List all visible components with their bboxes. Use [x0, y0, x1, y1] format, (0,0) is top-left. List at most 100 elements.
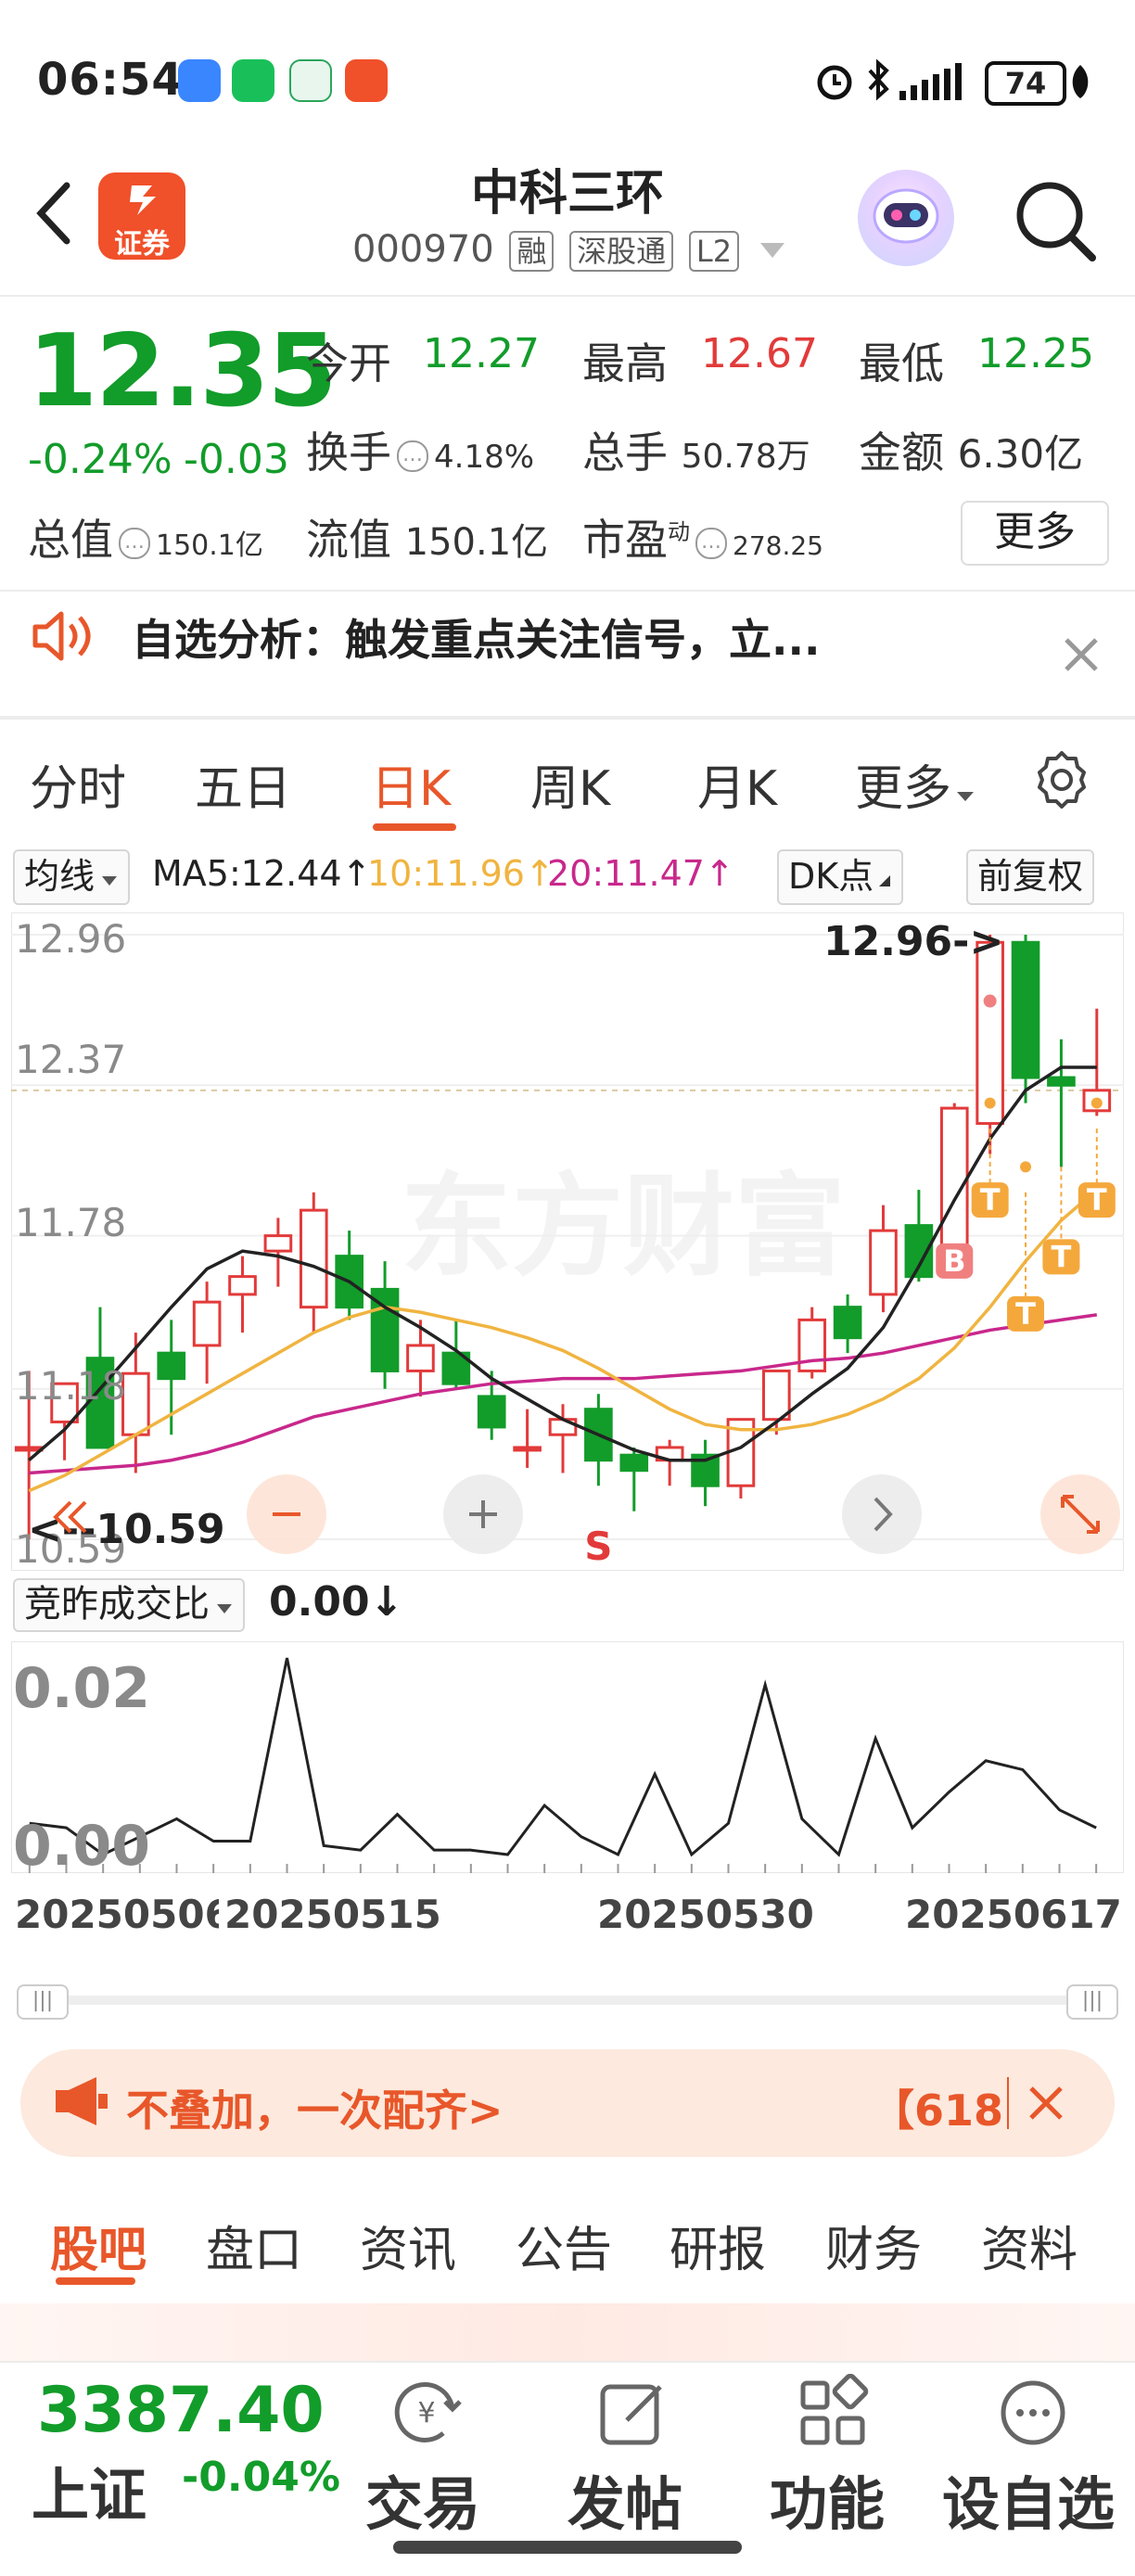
- fullscreen-button[interactable]: [1040, 1474, 1120, 1554]
- tab-weekly-k[interactable]: 周K: [530, 749, 610, 819]
- active-tab-indicator: [56, 2277, 135, 2285]
- candle-body: [157, 1351, 186, 1381]
- ma-selector[interactable]: 均线: [13, 849, 131, 905]
- adjust-button[interactable]: 前复权: [966, 849, 1095, 905]
- marker-dot: [1020, 1161, 1032, 1173]
- tab-five-day[interactable]: 五日: [195, 749, 291, 819]
- info-icon[interactable]: …: [119, 527, 150, 559]
- scroll-handle-right[interactable]: |||: [1066, 1984, 1118, 2020]
- more-dots-icon[interactable]: [994, 2374, 1072, 2452]
- nav-post[interactable]: 发帖: [568, 2457, 682, 2541]
- close-icon[interactable]: [1061, 634, 1102, 675]
- pan-right-button[interactable]: [842, 1474, 922, 1554]
- tab-profile[interactable]: 资料: [981, 2211, 1078, 2280]
- index-value[interactable]: 3387.40: [37, 2374, 325, 2447]
- tab-news[interactable]: 资讯: [360, 2211, 456, 2280]
- chevron-down-icon: [957, 792, 975, 801]
- pe-value: 278.25: [733, 530, 823, 561]
- index-name[interactable]: 上证: [32, 2448, 147, 2531]
- watermark: 东方财富: [401, 1163, 846, 1292]
- scroll-track: [65, 1996, 1070, 2005]
- dk-point-button[interactable]: DK点: [777, 849, 904, 905]
- tab-announcements[interactable]: 公告: [516, 2211, 612, 2280]
- y-tick-label: 12.96: [15, 916, 127, 962]
- x-tick-label: 20250515: [219, 1892, 441, 1937]
- megaphone-icon: [56, 2077, 108, 2125]
- close-icon[interactable]: [1024, 2081, 1068, 2125]
- tab-intraday[interactable]: 分时: [30, 749, 126, 819]
- zoom-out-button[interactable]: [247, 1474, 326, 1554]
- tab-forum[interactable]: 股吧: [50, 2211, 147, 2280]
- open-value: 12.27: [423, 330, 540, 377]
- x-tick-label: 20250617: [905, 1892, 1122, 1937]
- stock-code: 000970: [352, 228, 494, 271]
- candlestick-chart[interactable]: 东方财富 BTTTTS: [11, 912, 1124, 1571]
- indicator-chart[interactable]: [11, 1641, 1124, 1873]
- wallet-app-icon: [289, 59, 332, 102]
- zoom-in-button[interactable]: [443, 1474, 523, 1554]
- divider: [0, 295, 1135, 297]
- candle-body: [939, 1106, 969, 1253]
- nav-functions[interactable]: 功能: [770, 2457, 885, 2541]
- trade-icon[interactable]: ¥: [388, 2374, 465, 2452]
- amount-label: 金额 6.30亿: [859, 427, 1084, 478]
- open-label: 今开: [306, 338, 391, 389]
- indicator-y-tick: 0.02: [13, 1656, 151, 1721]
- expand-icon: [1061, 1495, 1100, 1534]
- candle-body: [14, 1446, 44, 1452]
- chevron-right-icon: [874, 1497, 893, 1532]
- tab-more[interactable]: 更多: [855, 749, 976, 819]
- logo-text: 证券: [114, 228, 170, 261]
- chevron-down-icon: [217, 1604, 232, 1613]
- info-icon[interactable]: …: [397, 440, 428, 472]
- candle-body: [406, 1344, 435, 1372]
- chevron-down-icon: [102, 876, 118, 886]
- chevron-down-icon[interactable]: [759, 239, 786, 261]
- tab-order-book[interactable]: 盘口: [206, 2211, 302, 2280]
- bluetooth-icon: [868, 58, 889, 101]
- ai-assistant-avatar[interactable]: [858, 170, 954, 266]
- x-tick-label: 20250506: [15, 1892, 232, 1937]
- y-tick-label: 11.18: [15, 1363, 127, 1409]
- marker-dot: [1090, 1097, 1103, 1109]
- market-cap-label: 总值… 150.1亿: [28, 515, 263, 565]
- search-icon[interactable]: [1011, 176, 1100, 265]
- range-scrollbar[interactable]: ||| |||: [17, 1984, 1118, 2020]
- wechat-icon: [232, 59, 274, 102]
- y-tick-label: 12.37: [15, 1037, 127, 1082]
- ma10-value: 10:11.96↑: [367, 853, 555, 894]
- candle-body: [121, 1371, 150, 1436]
- promo-text[interactable]: 不叠加，一次配齐>: [126, 2077, 504, 2138]
- tab-financials[interactable]: 财务: [825, 2211, 922, 2280]
- info-icon[interactable]: …: [695, 527, 727, 559]
- pe-label: 市盈动… 278.25: [582, 515, 823, 565]
- candle-body: [263, 1234, 293, 1253]
- low-value: 12.25: [977, 330, 1094, 377]
- battery-indicator: 74: [985, 61, 1066, 106]
- pan-left-button[interactable]: [43, 1489, 98, 1549]
- amount-value: 6.30亿: [957, 431, 1084, 477]
- divider: [0, 716, 1135, 720]
- promo-right-text: 【618: [872, 2085, 1004, 2136]
- tab-daily-k[interactable]: 日K: [371, 749, 451, 819]
- indicator-selector[interactable]: 竞昨成交比: [13, 1578, 245, 1632]
- candle-body: [762, 1369, 791, 1422]
- nav-add-watchlist[interactable]: 设自选: [942, 2457, 1115, 2541]
- gear-icon[interactable]: [1029, 747, 1094, 812]
- candle-body: [228, 1275, 257, 1296]
- connect-tag: 深股通: [569, 231, 674, 272]
- tab-research[interactable]: 研报: [670, 2211, 766, 2280]
- low-label: 最低: [859, 338, 944, 389]
- indicator-value: 0.00↓: [269, 1578, 404, 1626]
- tab-monthly-k[interactable]: 月K: [697, 749, 777, 819]
- grid-icon[interactable]: [794, 2374, 872, 2452]
- take-profit-marker: T: [980, 1182, 1001, 1218]
- divider: [0, 590, 1135, 592]
- alert-text[interactable]: 自选分析：触发重点关注信号，立...: [132, 606, 820, 668]
- compose-icon[interactable]: [593, 2374, 671, 2452]
- double-chevron-left-icon: [53, 1500, 87, 1534]
- more-button[interactable]: 更多: [961, 501, 1109, 566]
- scroll-handle-left[interactable]: |||: [17, 1984, 69, 2020]
- nav-trade[interactable]: 交易: [365, 2457, 480, 2541]
- take-profit-marker: T: [1087, 1182, 1107, 1218]
